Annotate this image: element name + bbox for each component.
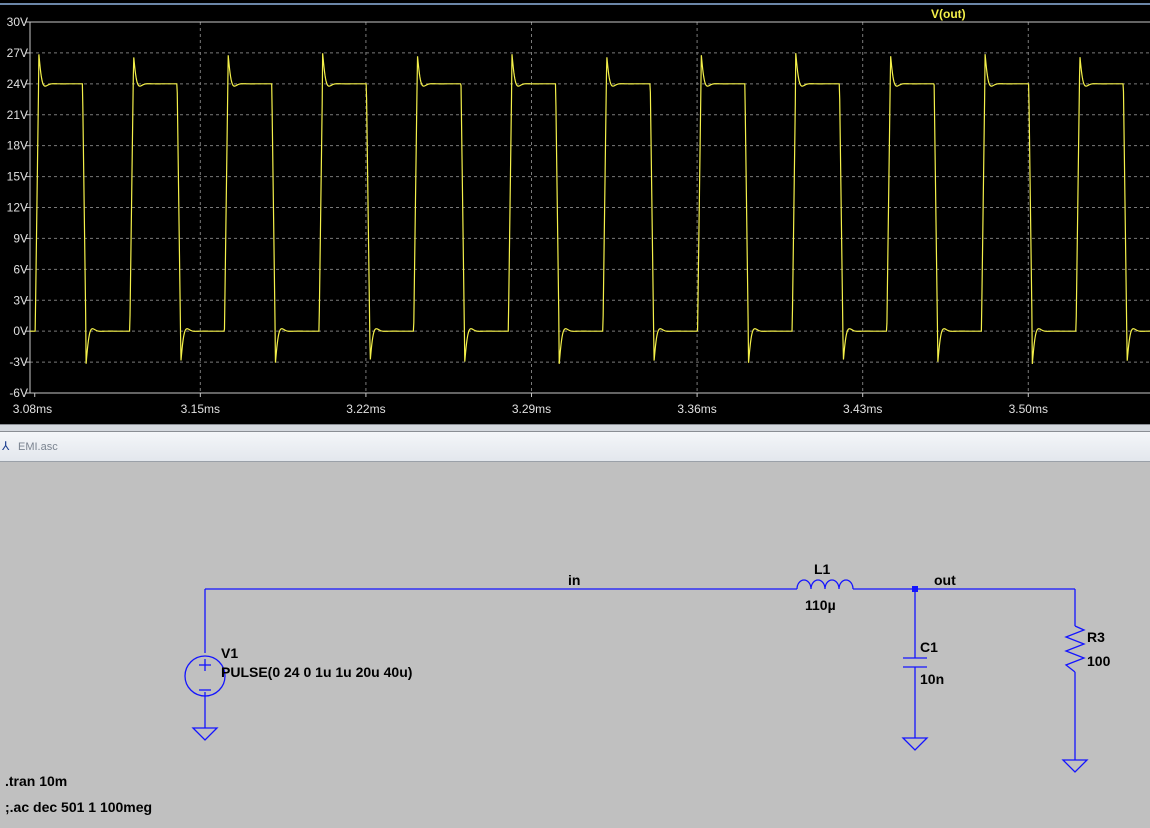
x-axis-ticks: 3.08ms 3.15ms 3.22ms 3.29ms 3.36ms 3.43ms 3.50… <box>13 393 1048 416</box>
y-tick-label: 6V <box>13 262 28 276</box>
ground-icon-r3[interactable] <box>1061 759 1089 773</box>
x-tick-label: 3.29ms <box>512 402 551 416</box>
r3-value[interactable]: 100 <box>1087 653 1111 669</box>
directive-ac[interactable]: ;.ac dec 501 1 100meg <box>5 799 152 815</box>
voltage-source-v1[interactable] <box>184 655 226 697</box>
x-tick-label: 3.22ms <box>346 402 385 416</box>
x-tick-label: 3.43ms <box>843 402 882 416</box>
capacitor-c1[interactable] <box>903 657 927 668</box>
schematic-tab-title[interactable]: EMI.asc <box>18 441 58 453</box>
y-axis-ticks: 30V 27V 24V 21V 18V 15V 12V 9V 6V 3V 0V -3V -6V <box>7 15 30 400</box>
resistor-r3[interactable] <box>1064 625 1086 673</box>
x-tick-label: 3.50ms <box>1009 402 1048 416</box>
trace-vout[interactable] <box>30 53 1150 364</box>
pane-splitter[interactable] <box>0 424 1150 432</box>
schematic-canvas[interactable]: in out L1 110µ C1 10n R3 100 V1 PULSE(0 … <box>0 462 1150 828</box>
y-tick-label: 15V <box>7 170 28 184</box>
y-tick-label: -3V <box>9 355 28 369</box>
l1-value[interactable]: 110µ <box>805 597 836 613</box>
trace-layer <box>30 53 1150 364</box>
y-tick-label: 30V <box>7 15 28 29</box>
x-tick-label: 3.15ms <box>181 402 220 416</box>
y-tick-label: 12V <box>7 201 28 215</box>
net-label-out[interactable]: out <box>934 572 956 588</box>
y-tick-label: 18V <box>7 139 28 153</box>
schematic-drawing[interactable]: in out L1 110µ C1 10n R3 100 V1 PULSE(0 … <box>0 462 1150 828</box>
inductor-l1[interactable] <box>796 579 854 590</box>
v1-name[interactable]: V1 <box>221 645 238 661</box>
ground-icon-c1[interactable] <box>901 737 929 751</box>
v1-value[interactable]: PULSE(0 24 0 1u 1u 20u 40u) <box>221 664 412 680</box>
y-tick-label: 3V <box>13 293 28 307</box>
net-label-in[interactable]: in <box>568 572 580 588</box>
trace-label-vout[interactable]: V(out) <box>931 7 966 21</box>
c1-value[interactable]: 10n <box>920 671 944 687</box>
junction-dot <box>912 586 918 592</box>
y-tick-label: 27V <box>7 46 28 60</box>
r3-name[interactable]: R3 <box>1087 629 1105 645</box>
directive-tran[interactable]: .tran 10m <box>5 773 67 789</box>
waveform-pane[interactable]: 30V 27V 24V 21V 18V 15V 12V 9V 6V 3V 0V -3V -6V 3.08… <box>0 0 1150 424</box>
plot-grid <box>30 22 1150 393</box>
schematic-icon: ⅄ <box>2 439 10 453</box>
x-tick-label: 3.36ms <box>677 402 716 416</box>
y-tick-label: 9V <box>13 231 28 245</box>
ground-icon-v1[interactable] <box>191 727 219 741</box>
c1-name[interactable]: C1 <box>920 639 938 655</box>
y-tick-label: 0V <box>13 324 28 338</box>
waveform-plot[interactable]: 30V 27V 24V 21V 18V 15V 12V 9V 6V 3V 0V -3V -6V 3.08… <box>0 0 1150 424</box>
y-tick-label: -6V <box>9 386 28 400</box>
schematic-title-bar[interactable]: ⅄ EMI.asc <box>0 432 1150 462</box>
x-tick-label: 3.08ms <box>13 402 52 416</box>
y-tick-label: 24V <box>7 77 28 91</box>
y-tick-label: 21V <box>7 108 28 122</box>
l1-name[interactable]: L1 <box>814 561 831 577</box>
